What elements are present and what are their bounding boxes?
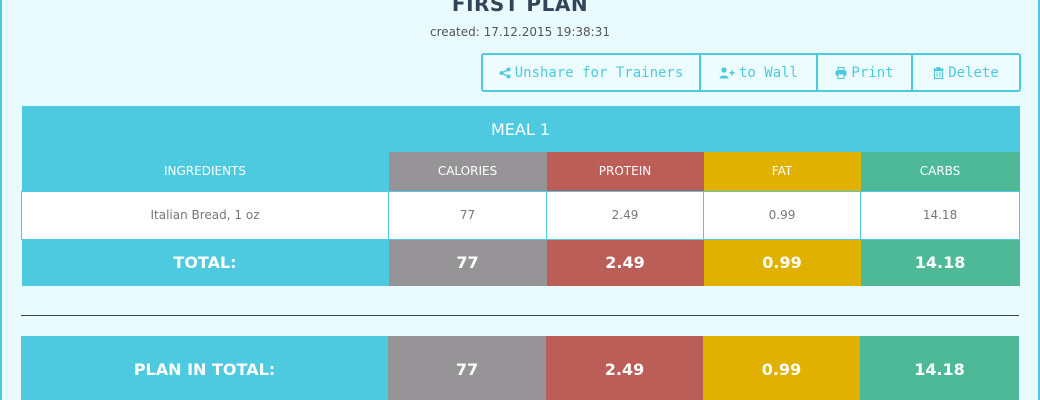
share-icon xyxy=(499,67,511,78)
meal-total-fat: 0.99 xyxy=(703,239,861,286)
meal-total-protein: 2.49 xyxy=(546,239,704,286)
meal-total-row: TOTAL: 77 2.49 0.99 14.18 xyxy=(21,239,1020,286)
ingredient-name: Italian Bread, 1 oz xyxy=(21,190,389,240)
delete-button[interactable]: Delete xyxy=(911,53,1021,92)
meal-table: MEAL 1 INGREDIENTS CALORIES PROTEIN FAT … xyxy=(21,106,1021,286)
print-icon xyxy=(835,66,847,79)
trash-icon xyxy=(933,66,944,79)
column-header-carbs: CARBS xyxy=(860,152,1020,191)
column-header-protein: PROTEIN xyxy=(546,152,704,191)
unshare-for-trainers-button[interactable]: Unshare for Trainers xyxy=(481,53,701,92)
created-timestamp: created: 17.12.2015 19:38:31 xyxy=(430,25,610,39)
ingredient-calories: 77 xyxy=(388,190,547,240)
column-header-ingredients: INGREDIENTS xyxy=(21,152,389,191)
ingredient-carbs: 14.18 xyxy=(859,190,1021,240)
column-header-fat: FAT xyxy=(703,152,861,191)
ingredient-fat: 0.99 xyxy=(703,190,861,240)
print-label: Print xyxy=(851,64,894,81)
plan-total-table: PLAN IN TOTAL: 77 2.49 0.99 14.18 xyxy=(21,336,1019,400)
delete-label: Delete xyxy=(948,64,999,81)
plan-total-protein: 2.49 xyxy=(546,336,703,400)
plan-total-fat: 0.99 xyxy=(703,336,860,400)
unshare-label: Unshare for Trainers xyxy=(514,64,684,81)
meal-total-calories: 77 xyxy=(388,239,547,286)
plan-total-carbs: 14.18 xyxy=(860,336,1019,400)
to-wall-label: to Wall xyxy=(738,64,798,81)
user-plus-icon xyxy=(719,66,735,78)
meal-title: MEAL 1 xyxy=(21,106,1020,152)
plan-total-calories: 77 xyxy=(388,336,546,400)
plan-total-row: PLAN IN TOTAL: 77 2.49 0.99 14.18 xyxy=(21,336,1019,400)
meal-total-label: TOTAL: xyxy=(21,239,389,286)
meal-total-carbs: 14.18 xyxy=(860,239,1020,286)
to-wall-button[interactable]: to Wall xyxy=(699,53,818,92)
table-row: Italian Bread, 1 oz 77 2.49 0.99 14.18 xyxy=(21,190,1021,240)
print-button[interactable]: Print xyxy=(816,53,913,92)
plan-total-label: PLAN IN TOTAL: xyxy=(21,336,388,400)
plan-actions: Unshare for Trainers to Wall Print Delet… xyxy=(481,53,1021,92)
ingredient-protein: 2.49 xyxy=(546,190,704,240)
plan-title: FIRST PLAN xyxy=(451,0,589,16)
column-header-calories: CALORIES xyxy=(388,152,547,191)
section-divider xyxy=(21,315,1019,316)
